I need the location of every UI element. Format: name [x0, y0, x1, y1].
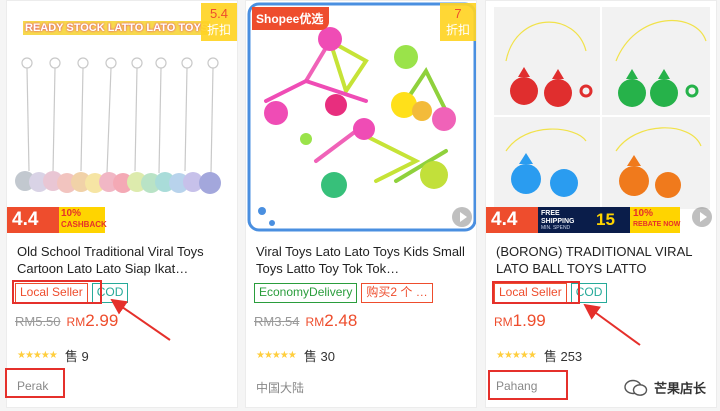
wechat-icon: [624, 379, 648, 396]
annotation-arrow-3: [583, 303, 641, 346]
watermark-text: 芒果店长: [653, 381, 706, 396]
annotation-arrows: [110, 298, 641, 346]
annotation-arrow-1: [110, 298, 171, 341]
watermark: 芒果店长: [624, 378, 706, 397]
